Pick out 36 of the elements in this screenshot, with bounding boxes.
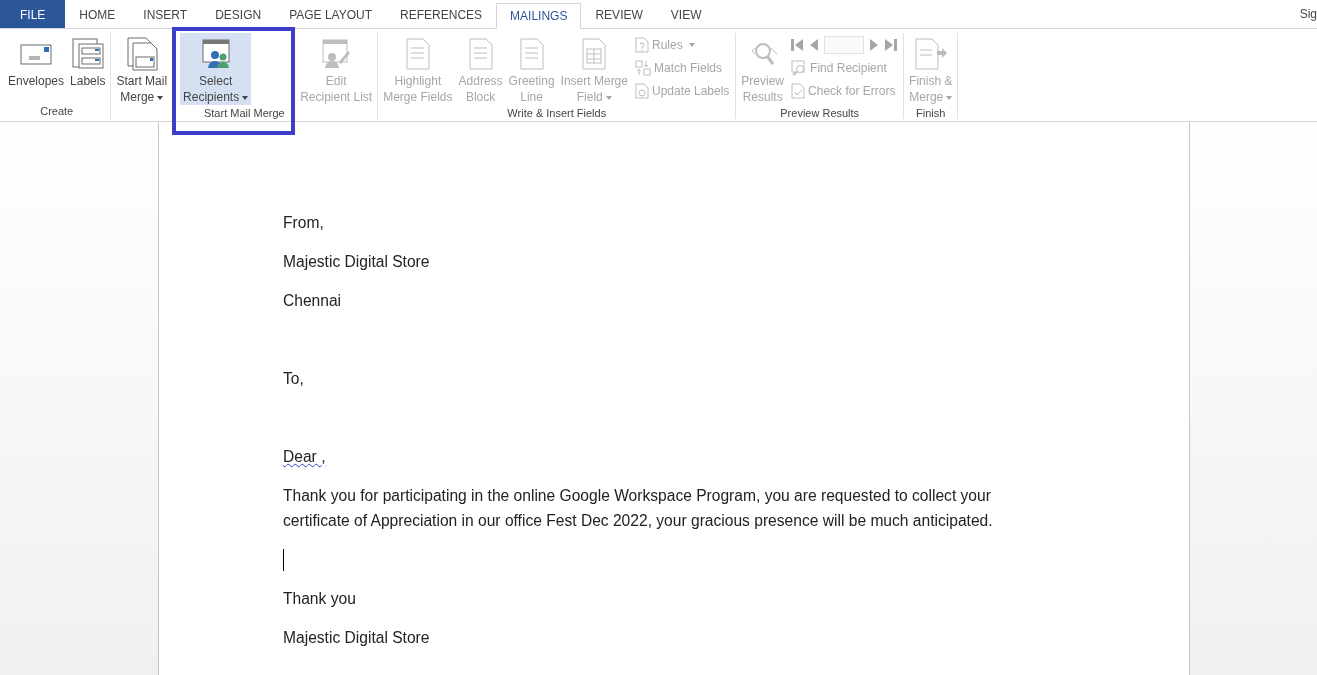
document-icon [468,38,493,70]
envelope-icon [20,42,52,66]
recipients-icon [200,38,231,70]
edit-list-icon [321,38,352,70]
paragraph: Majestic Digital Store [283,252,431,272]
paragraph: Chennai [283,291,343,311]
group-label: Preview Results [779,106,861,121]
document-icon [519,38,544,70]
group-label: Create [39,104,75,119]
ribbon-button[interactable]: Start Mail Merge [113,33,171,105]
table-document-icon [582,38,607,70]
paragraph: From, [283,213,325,233]
paragraph: Majestic Digital Store [283,628,431,648]
ribbon-tab[interactable]: MAILINGS [496,3,582,29]
ribbon-button[interactable]: Select Recipients [180,33,252,105]
paragraph: Dear , [283,447,327,467]
document-check-icon [791,83,806,99]
paragraph: Thank you for participating in the online Google Workspace Program, you are requested to collect your certificate of Appreciation in our office Fest Dec 2022, your gracious presence will be much anticipated. [283,486,994,531]
ribbon-button[interactable]: Labels [67,33,109,103]
group-label: Finish [915,106,947,121]
file-tab[interactable]: FILE [0,0,66,28]
group-label: Start Mail Merge [202,106,286,121]
documents-icon [125,37,158,71]
find-icon [791,60,808,76]
match-fields-icon [634,60,651,76]
paragraph: To, [283,369,305,389]
paragraph: Thank you [283,589,357,609]
labels-icon [71,38,104,70]
group-label: Write & Insert Fields [506,106,608,121]
document-question-icon [634,37,649,53]
ribbon-button[interactable]: Envelopes [5,33,68,103]
document-icon [405,38,430,70]
refresh-document-icon [634,83,649,99]
document-arrow-icon [914,38,947,70]
text-cursor [283,548,284,571]
sign-in-link[interactable]: Sig [1299,0,1317,28]
